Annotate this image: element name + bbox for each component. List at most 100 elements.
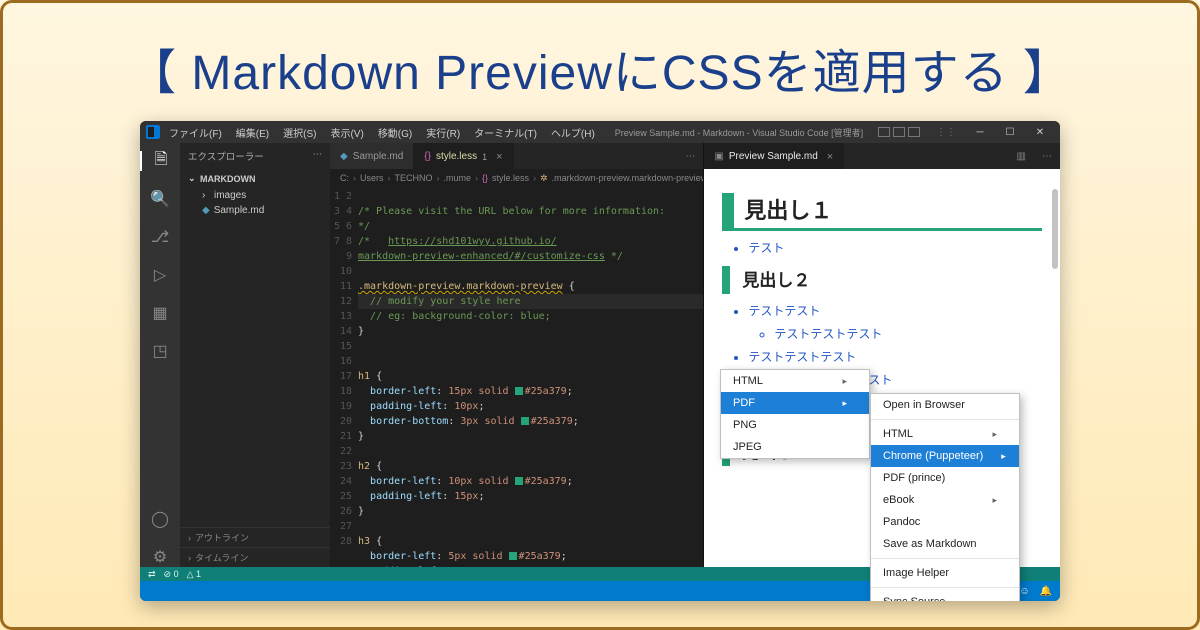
extensions-icon[interactable]: ▦ — [150, 303, 170, 323]
minimize-button[interactable]: ─ — [966, 127, 994, 138]
timeline-panel[interactable]: › タイムライン — [180, 547, 330, 567]
markdown-icon: ◆ — [202, 205, 210, 216]
ctx-chrome-puppeteer[interactable]: Chrome (Puppeteer) — [871, 445, 1019, 467]
sidebar-title: エクスプローラー — [188, 149, 264, 163]
menu-terminal[interactable]: ターミナル(T) — [469, 125, 542, 140]
ctx-pandoc[interactable]: Pandoc — [871, 511, 1019, 533]
split-icon[interactable]: ▥ — [1009, 143, 1034, 169]
close-button[interactable]: ✕ — [1026, 127, 1054, 138]
breadcrumb[interactable]: C:› Users› TECHNO› .mume› {} style.less›… — [330, 169, 703, 187]
code-text[interactable]: /* Please visit the URL below for more i… — [358, 187, 703, 567]
separator — [871, 587, 1019, 588]
preview-h2: 見出し２ — [722, 266, 1042, 294]
sidebar-root-label: MARKDOWN — [200, 174, 256, 184]
ctx-image-helper[interactable]: Image Helper — [871, 562, 1019, 584]
preview-icon: ▣ — [714, 151, 723, 162]
line-numbers: 1 2 3 4 5 6 7 8 9 10 11 12 13 14 15 16 1… — [330, 187, 358, 567]
warnings-count[interactable]: △ 1 — [187, 569, 201, 580]
ctx-sync-source[interactable]: Sync Source — [871, 591, 1019, 601]
layout-toggle-icons[interactable] — [878, 127, 920, 137]
ctx-open-browser[interactable]: Open in Browser — [871, 394, 1019, 416]
list-item: テストテストテスト — [748, 348, 1042, 365]
docker-icon[interactable]: ◳ — [150, 341, 170, 361]
ctx-html[interactable]: HTML — [721, 370, 869, 392]
source-control-icon[interactable]: ⎇ — [150, 227, 170, 247]
account-icon[interactable]: ◯ — [150, 509, 170, 529]
breadcrumb-seg: .mume — [444, 173, 472, 183]
vscode-window: ファイル(F) 編集(E) 選択(S) 表示(V) 移動(G) 実行(R) ター… — [140, 121, 1060, 601]
folder-images[interactable]: › images — [180, 188, 330, 203]
tab-modified-count: 1 — [482, 152, 487, 162]
folder-label: images — [214, 190, 246, 201]
sidebar: エクスプローラー ⋯ ⌄ MARKDOWN › images ◆ Sample.… — [180, 143, 330, 567]
editor-code: ◆ Sample.md {} style.less 1 × ⋯ — [330, 143, 704, 567]
menu-edit[interactable]: 編集(E) — [231, 125, 274, 140]
close-icon[interactable]: × — [496, 151, 502, 163]
titlebar: ファイル(F) 編集(E) 選択(S) 表示(V) 移動(G) 実行(R) ター… — [140, 121, 1060, 143]
page-title: 【 Markdown PreviewにCSSを適用する 】 — [43, 33, 1157, 103]
errors-count[interactable]: ⊘ 0 — [164, 569, 179, 580]
run-debug-icon[interactable]: ▷ — [150, 265, 170, 285]
breadcrumb-seg: .markdown-preview.markdown-preview — [552, 173, 704, 183]
explorer-icon[interactable]: 🗎 — [140, 151, 180, 171]
menu-select[interactable]: 選択(S) — [278, 125, 321, 140]
ctx-png[interactable]: PNG — [721, 414, 869, 436]
remote-icon[interactable]: ⇄ — [148, 569, 156, 580]
menu-view[interactable]: 表示(V) — [325, 125, 368, 140]
ctx-pdf-prince[interactable]: PDF (prince) — [871, 467, 1019, 489]
chevron-right-icon: › — [202, 190, 210, 201]
gear-icon[interactable]: ⚙ — [150, 547, 170, 567]
file-label: Sample.md — [214, 205, 265, 216]
breadcrumb-seg: TECHNO — [395, 173, 433, 183]
breadcrumb-seg: Users — [360, 173, 384, 183]
less-icon: {} — [424, 151, 431, 162]
vscode-logo-icon — [146, 125, 160, 139]
separator-icon: ⋮⋮ — [936, 127, 956, 138]
list-item: テストテスト — [748, 302, 1042, 319]
separator — [871, 558, 1019, 559]
code-area[interactable]: 1 2 3 4 5 6 7 8 9 10 11 12 13 14 15 16 1… — [330, 187, 703, 567]
separator — [871, 419, 1019, 420]
tab-preview-sample[interactable]: ▣ Preview Sample.md × — [704, 143, 844, 169]
editor-more-icon[interactable]: ⋯ — [1034, 143, 1060, 169]
chevron-down-icon: ⌄ — [188, 173, 196, 184]
close-icon[interactable]: × — [827, 151, 833, 163]
sidebar-more-icon[interactable]: ⋯ — [313, 149, 323, 163]
tab-label: Preview Sample.md — [729, 151, 818, 162]
search-icon[interactable]: 🔍 — [150, 189, 170, 209]
markdown-icon: ◆ — [340, 151, 348, 162]
menu-file[interactable]: ファイル(F) — [164, 125, 227, 140]
breadcrumb-seg: C: — [340, 173, 349, 183]
chevron-right-icon: › — [188, 533, 191, 543]
feedback-icon[interactable]: ☺ — [1019, 586, 1029, 597]
tab-style-less[interactable]: {} style.less 1 × — [414, 143, 513, 169]
preview-tabs: ▣ Preview Sample.md × ▥ ⋯ — [704, 143, 1060, 169]
ctx-save-markdown[interactable]: Save as Markdown — [871, 533, 1019, 555]
tab-label: style.less — [436, 151, 477, 162]
editor-more-icon[interactable]: ⋯ — [677, 143, 703, 169]
editor-tabs: ◆ Sample.md {} style.less 1 × ⋯ — [330, 143, 703, 169]
tab-label: Sample.md — [353, 151, 404, 162]
menu-help[interactable]: ヘルプ(H) — [546, 125, 600, 140]
ctx-jpeg[interactable]: JPEG — [721, 436, 869, 458]
menu-go[interactable]: 移動(G) — [373, 125, 417, 140]
ctx-ebook[interactable]: eBook — [871, 489, 1019, 511]
timeline-label: タイムライン — [195, 551, 248, 564]
outline-panel[interactable]: › アウトライン — [180, 527, 330, 547]
window-title: Preview Sample.md - Markdown - Visual St… — [604, 126, 874, 139]
list-item: テスト — [748, 239, 1042, 256]
context-menu-main: Open in Browser HTML Chrome (Puppeteer) … — [870, 393, 1020, 601]
scrollbar[interactable] — [1052, 189, 1058, 269]
outline-label: アウトライン — [195, 531, 249, 544]
notifications-icon[interactable]: 🔔 — [1040, 586, 1052, 597]
ctx-pdf[interactable]: PDF — [721, 392, 869, 414]
maximize-button[interactable]: ☐ — [996, 127, 1024, 138]
context-menu-export: HTML PDF PNG JPEG — [720, 369, 870, 459]
chevron-right-icon: › — [188, 553, 191, 563]
list-item: テストテストテスト — [774, 325, 1042, 342]
tab-sample-md[interactable]: ◆ Sample.md — [330, 143, 414, 169]
sidebar-root[interactable]: ⌄ MARKDOWN — [180, 169, 330, 188]
menu-run[interactable]: 実行(R) — [421, 125, 465, 140]
file-sample-md[interactable]: ◆ Sample.md — [180, 203, 330, 218]
ctx-html[interactable]: HTML — [871, 423, 1019, 445]
